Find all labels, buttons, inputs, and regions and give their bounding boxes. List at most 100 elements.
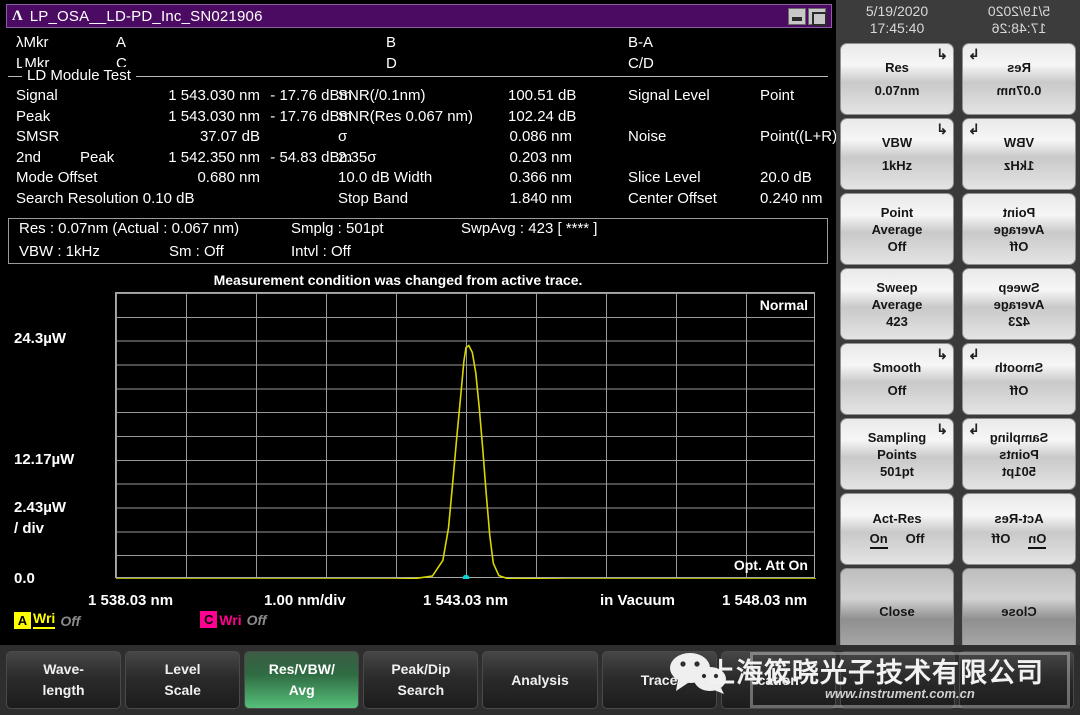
tab-analysis[interactable]: Analysis xyxy=(482,651,597,709)
maximize-icon[interactable] xyxy=(808,8,826,25)
soft-key-stack-reflection: ↳ Res 0.07nm ↳ VBW 1kHz Point Average Of… xyxy=(958,40,1080,654)
settings-row: Res : 0.07nm (Actual : 0.067 nm) Smplg :… xyxy=(9,220,827,242)
row-wavelength: 1 543.030 nm xyxy=(148,87,260,104)
softkey-point-average-label1-reflection: Point xyxy=(1003,204,1036,221)
softkey-smooth-value-reflection: Off xyxy=(1010,382,1029,399)
tab-unlabeled-2[interactable] xyxy=(959,651,1074,709)
row-metric: 2.35σ xyxy=(338,149,376,166)
marker-d: D xyxy=(386,55,397,72)
row-right-value: 0.240 nm xyxy=(760,190,823,207)
softkey-vbw[interactable]: ↳ VBW 1kHz xyxy=(840,118,954,190)
system-clock-reflection: 5/19/2020 17:48:26 xyxy=(958,0,1080,40)
row-key-cont: Peak xyxy=(80,149,114,166)
tab-unlabeled-1[interactable] xyxy=(840,651,955,709)
trace-legend: A Wri Off C Wri Off xyxy=(14,610,267,629)
tab-wavelength[interactable]: Wave- length xyxy=(6,651,121,709)
softkey-sampling-points[interactable]: ↳ Sampling Points 501pt xyxy=(840,418,954,490)
soft-key-stack: ↳ Res 0.07nm ↳ VBW 1kHz Point Average Of… xyxy=(836,40,958,654)
softkey-close[interactable]: Close xyxy=(840,568,954,654)
softkey-smooth[interactable]: ↳ Smooth Off xyxy=(840,343,954,415)
softkey-act-res[interactable]: Act-Res On Off xyxy=(840,493,954,565)
soft-key-column-reflection: 5/19/2020 17:48:26 ↳ Res 0.07nm ↳ VBW 1k… xyxy=(958,0,1080,645)
y-axis-label-top: 24.3µW xyxy=(14,330,66,347)
tab-application[interactable]: cation xyxy=(721,651,836,709)
window-controls xyxy=(788,8,826,25)
row-key: Mode Offset xyxy=(16,169,97,186)
row-right-label: Center Offset xyxy=(628,190,717,207)
tab-peak-dip-search-line1: Peak/Dip xyxy=(391,659,450,680)
softkey-smooth-reflection: ↳ Smooth Off xyxy=(962,343,1076,415)
softkey-act-res-label-reflection: Act-Res xyxy=(994,510,1043,527)
tab-res-vbw-avg[interactable]: Res/VBW/ Avg xyxy=(244,651,359,709)
tab-res-vbw-avg-line2: Avg xyxy=(289,680,315,701)
interval-setting: Intvl : Off xyxy=(291,243,351,260)
trace-legend-item-a[interactable]: A Wri Off xyxy=(14,610,80,629)
act-res-toggle[interactable]: On Off xyxy=(870,530,925,549)
act-res-off-option-reflection: Off xyxy=(992,530,1011,549)
tab-trace-line1: Trace xyxy=(641,670,678,691)
softkey-point-average[interactable]: Point Average Off xyxy=(840,193,954,265)
row-metric-value: 0.086 nm xyxy=(508,128,572,145)
ld-module-test-legend: LD Module Test xyxy=(22,67,136,84)
row-key: SMSR xyxy=(16,128,59,145)
minimize-icon[interactable] xyxy=(788,8,806,25)
row-right-label: Noise xyxy=(628,128,666,145)
x-axis-start-label: 1 538.03 nm xyxy=(88,592,173,609)
tab-peak-dip-search[interactable]: Peak/Dip Search xyxy=(363,651,478,709)
spectrum-plot[interactable]: Normal Opt. Att On xyxy=(115,292,815,578)
trace-legend-item-c[interactable]: C Wri Off xyxy=(200,611,266,628)
softkey-res[interactable]: ↳ Res 0.07nm xyxy=(840,43,954,115)
row-wavelength: 0.680 nm xyxy=(148,169,260,186)
smooth-setting: Sm : Off xyxy=(169,243,224,260)
table-row: Search Resolution 0.10 dB Stop Band 1.84… xyxy=(8,190,828,211)
softkey-close-label-reflection: Close xyxy=(1001,603,1036,620)
softkey-res-label: Res xyxy=(885,59,909,76)
marker-a: A xyxy=(116,34,126,51)
y-axis-label-perdiv: 2.43µW xyxy=(14,499,66,516)
softkey-res-value: 0.07nm xyxy=(875,82,920,99)
tab-level-scale[interactable]: Level Scale xyxy=(125,651,240,709)
table-row: SMSR 37.07 dB σ 0.086 nm Noise Point((L+… xyxy=(8,128,828,149)
softkey-sweep-average-label2-reflection: Average xyxy=(994,296,1045,313)
row-metric-value: 100.51 dB xyxy=(508,87,572,104)
softkey-smooth-label: Smooth xyxy=(873,359,921,376)
softkey-sweep-average-value-reflection: 423 xyxy=(1008,313,1030,330)
softkey-sweep-average[interactable]: Sweep Average 423 xyxy=(840,268,954,340)
softkey-point-average-label2-reflection: Average xyxy=(994,221,1045,238)
window-title: LP_OSA__LD-PD_Inc_SN021906 xyxy=(30,8,263,25)
row-right-label: Slice Level xyxy=(628,169,701,186)
graph-status-message: Measurement condition was changed from a… xyxy=(0,272,836,288)
table-row: Peak 1 543.030 nm - 17.76 dBm SNR(Res 0.… xyxy=(8,108,828,129)
vbw-setting: VBW : 1kHz xyxy=(19,243,100,260)
softkey-sampling-points-label1: Sampling xyxy=(868,429,927,446)
tab-analysis-line1: Analysis xyxy=(511,670,569,691)
softkey-sweep-average-reflection: Sweep Average 423 xyxy=(962,268,1076,340)
soft-key-sidebar: 5/19/2020 17:45:40 ↳ Res 0.07nm ↳ VBW 1k… xyxy=(836,0,1080,645)
softkey-sweep-average-label1: Sweep xyxy=(876,279,917,296)
table-row: Mode Offset 0.680 nm 10.0 dB Width 0.366… xyxy=(8,169,828,190)
row-key: Peak xyxy=(16,108,50,125)
row-key: 2nd xyxy=(16,149,41,166)
sweep-average-setting: SwpAvg : 423 [ **** ] xyxy=(461,220,597,237)
row-metric: σ xyxy=(338,128,347,145)
row-metric: SNR(/0.1nm) xyxy=(338,87,426,104)
softkey-res-reflection: ↳ Res 0.07nm xyxy=(962,43,1076,115)
tab-level-scale-line1: Level xyxy=(165,659,201,680)
act-res-off-option[interactable]: Off xyxy=(906,530,925,549)
y-axis-label-zero: 0.0 xyxy=(14,570,35,587)
submenu-arrow-icon-reflection: ↳ xyxy=(968,121,980,138)
tab-trace[interactable]: Trace xyxy=(602,651,717,709)
softkey-sweep-average-value: 423 xyxy=(886,313,908,330)
act-res-on-option[interactable]: On xyxy=(870,530,888,549)
clock-time-reflection: 17:48:26 xyxy=(958,20,1080,37)
soft-key-column: 5/19/2020 17:45:40 ↳ Res 0.07nm ↳ VBW 1k… xyxy=(836,0,958,645)
row-metric: Stop Band xyxy=(338,190,408,207)
row-right-label: Signal Level xyxy=(628,87,710,104)
softkey-vbw-reflection: ↳ VBW 1kHz xyxy=(962,118,1076,190)
sweep-settings-panel: Res : 0.07nm (Actual : 0.067 nm) Smplg :… xyxy=(8,218,828,264)
softkey-point-average-value-reflection: Off xyxy=(1010,238,1029,255)
osa-application-window: Λ LP_OSA__LD-PD_Inc_SN021906 λMkr A B B-… xyxy=(0,0,1080,715)
marker-row: λMkr A B B-A xyxy=(8,34,828,55)
row-key: Signal xyxy=(16,87,58,104)
row-metric-value: 0.366 nm xyxy=(508,169,572,186)
